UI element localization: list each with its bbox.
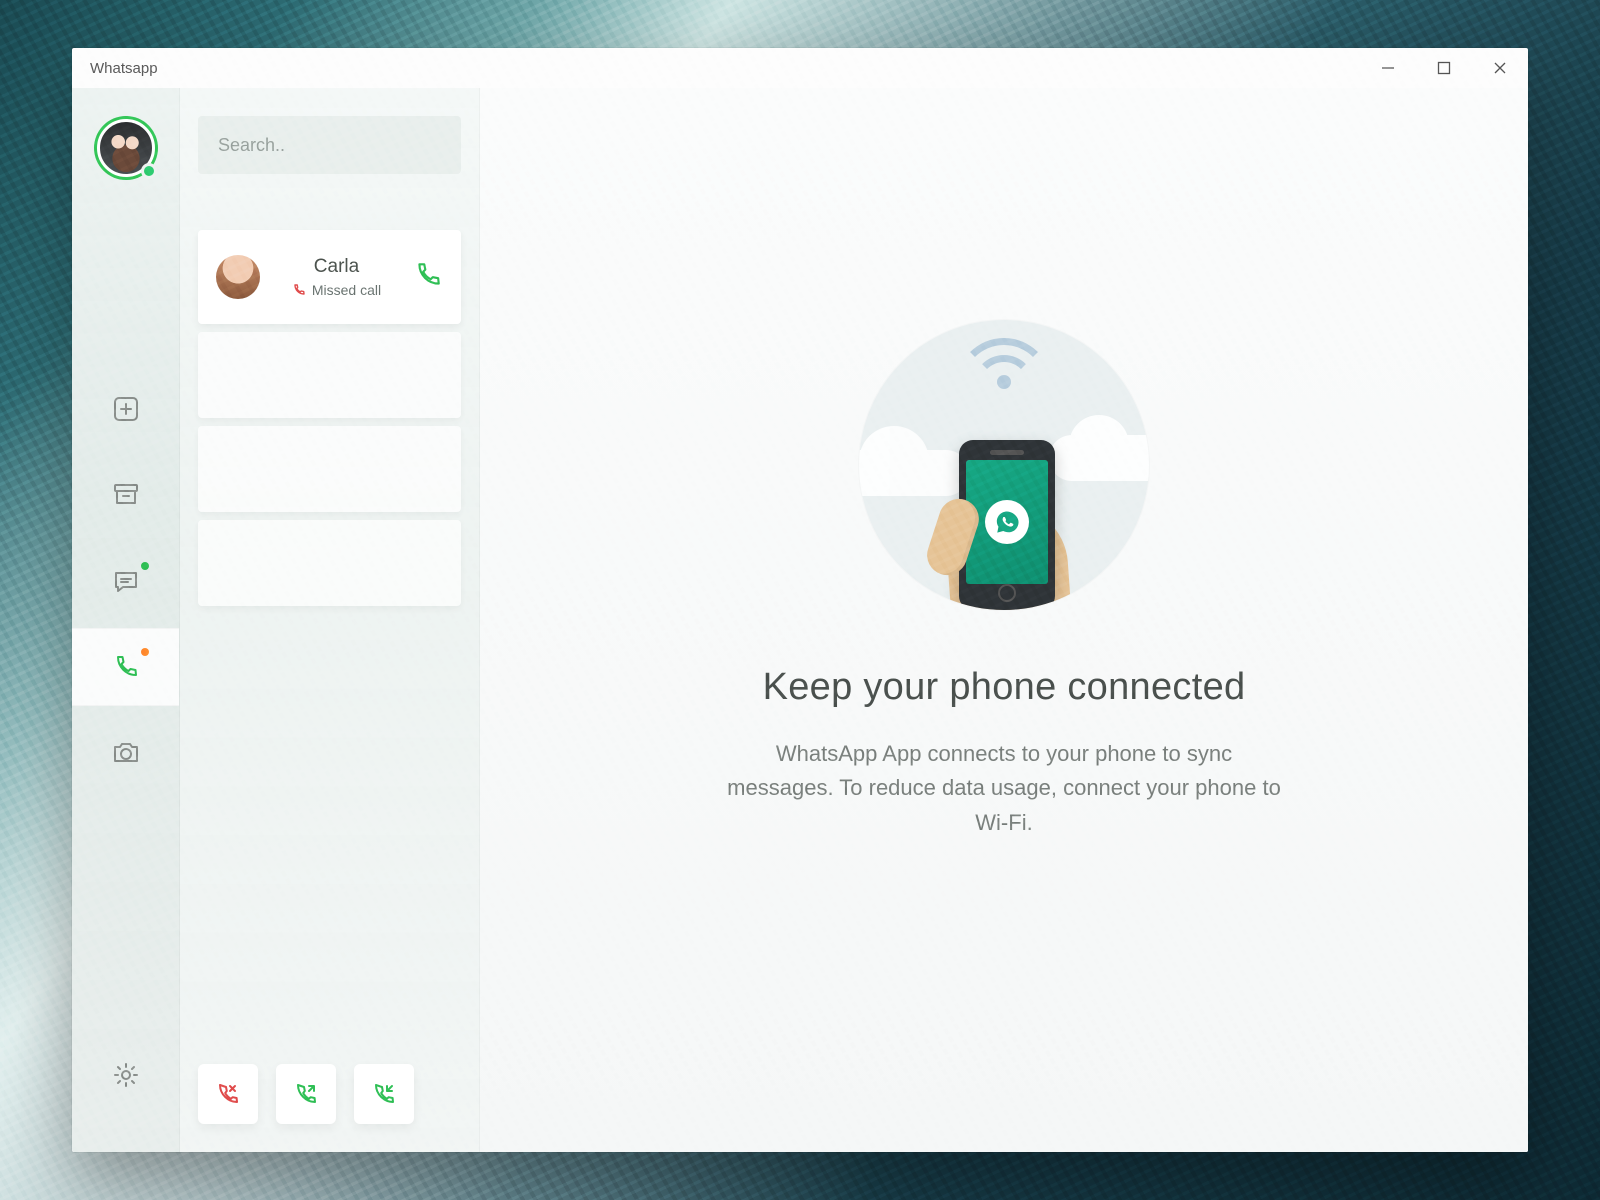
filter-incoming[interactable] [354, 1064, 414, 1124]
maximize-icon [1437, 61, 1451, 75]
main-subtext: WhatsApp App connects to your phone to s… [724, 737, 1284, 839]
presence-dot-icon [141, 163, 157, 179]
maximize-button[interactable] [1416, 48, 1472, 88]
nav-chats[interactable] [72, 542, 179, 620]
call-item-placeholder [198, 332, 461, 418]
nav-settings[interactable] [72, 1036, 179, 1114]
chat-icon [112, 567, 140, 595]
call-list-panel: Carla Missed call [180, 88, 480, 1152]
call-item-placeholder [198, 520, 461, 606]
connect-illustration [859, 320, 1149, 610]
close-button[interactable] [1472, 48, 1528, 88]
main-headline: Keep your phone connected [763, 666, 1246, 709]
titlebar: Whatsapp [72, 48, 1528, 88]
phone-icon [112, 653, 140, 681]
plus-square-icon [112, 395, 140, 423]
contact-avatar [216, 255, 260, 299]
nav-archive[interactable] [72, 456, 179, 534]
missed-call-icon [292, 283, 306, 297]
search-input[interactable] [198, 116, 461, 174]
profile-avatar[interactable] [94, 116, 158, 180]
nav-new[interactable] [72, 370, 179, 448]
nav-camera[interactable] [72, 714, 179, 792]
filter-outgoing[interactable] [276, 1064, 336, 1124]
nav-calls[interactable] [72, 628, 179, 706]
nav-rail [72, 88, 180, 1152]
main-pane: Keep your phone connected WhatsApp App c… [480, 88, 1528, 1152]
gear-icon [112, 1061, 140, 1089]
window-title: Whatsapp [90, 60, 158, 77]
call-item-placeholder [198, 426, 461, 512]
call-status: Missed call [292, 282, 381, 298]
archive-icon [112, 481, 140, 509]
phone-missed-icon [216, 1082, 240, 1106]
unread-dot-icon [141, 562, 149, 570]
phone-icon [413, 260, 443, 290]
camera-icon [112, 739, 140, 767]
filter-missed[interactable] [198, 1064, 258, 1124]
call-button[interactable] [413, 260, 443, 295]
phone-outgoing-icon [294, 1082, 318, 1106]
call-item[interactable]: Carla Missed call [198, 230, 461, 324]
contact-name: Carla [314, 256, 359, 278]
minimize-button[interactable] [1360, 48, 1416, 88]
close-icon [1493, 61, 1507, 75]
phone-incoming-icon [372, 1082, 396, 1106]
app-window: Whatsapp [72, 48, 1528, 1152]
missed-dot-icon [141, 648, 149, 656]
call-filter-row [198, 1064, 461, 1124]
whatsapp-logo-icon [985, 500, 1029, 544]
minimize-icon [1381, 61, 1395, 75]
